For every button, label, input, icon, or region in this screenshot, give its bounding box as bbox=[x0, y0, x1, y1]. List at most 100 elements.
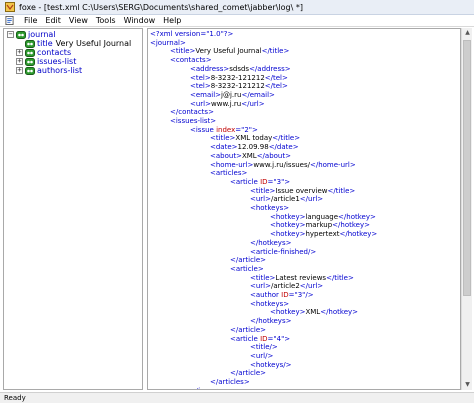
code-line: </issue> bbox=[190, 387, 222, 389]
menu-help[interactable]: Help bbox=[159, 16, 185, 25]
code-line: <url>www.j.ru</url> bbox=[190, 100, 265, 109]
expand-toggle[interactable]: + bbox=[16, 49, 23, 56]
vertical-scrollbar[interactable]: ▲ ▼ bbox=[461, 28, 472, 390]
menu-view[interactable]: View bbox=[65, 16, 92, 25]
expand-toggle[interactable]: + bbox=[16, 58, 23, 65]
xml-tag: <hotkey> bbox=[270, 230, 306, 239]
xml-tag: </issue> bbox=[190, 387, 222, 389]
xml-tag: <issues-list> bbox=[170, 117, 217, 125]
xml-tag: </home-url> bbox=[309, 160, 356, 169]
scrollbar-thumb[interactable] bbox=[463, 40, 471, 296]
tree-node-journal[interactable]: − journal bbox=[7, 30, 56, 39]
code-line: <article-finished/> bbox=[250, 248, 316, 257]
menu-tools[interactable]: Tools bbox=[92, 16, 120, 25]
tree-label-journal: journal bbox=[28, 30, 56, 39]
menu-edit[interactable]: Edit bbox=[41, 16, 65, 25]
xml-element-icon bbox=[16, 30, 26, 39]
code-line: <about>XML</about> bbox=[210, 152, 291, 161]
menu-file[interactable]: File bbox=[20, 16, 41, 25]
code-line: <home-url>www.j.ru/issues/</home-url> bbox=[210, 161, 356, 170]
code-line: <url>/article1</url> bbox=[250, 195, 323, 204]
xml-text: Very Useful Journal bbox=[195, 47, 262, 56]
tree-node-title[interactable]: title Very Useful Journal bbox=[25, 39, 131, 48]
code-line: </article> bbox=[230, 369, 266, 378]
tree-node-issues-list[interactable]: + issues-list bbox=[16, 57, 76, 66]
xml-text: language bbox=[305, 212, 339, 221]
xml-tag: <hotkey> bbox=[270, 221, 306, 230]
scroll-up-arrow-icon[interactable]: ▲ bbox=[462, 28, 473, 38]
xml-tag: <title> bbox=[250, 273, 276, 282]
xml-tag: </article> bbox=[230, 325, 267, 334]
code-line: <hotkeys> bbox=[250, 204, 289, 213]
code-line: <title>Latest reviews</title> bbox=[250, 274, 354, 283]
xml-tag: <hotkeys> bbox=[250, 204, 290, 212]
tree-label-authors-list: authors-list bbox=[37, 66, 83, 75]
code-line: <journal> bbox=[150, 39, 186, 48]
xml-tag: </tel> bbox=[264, 82, 288, 91]
window-title: foxe - [test.xml C:\Users\SERG\Documents… bbox=[19, 2, 303, 12]
document-icon[interactable] bbox=[5, 16, 14, 25]
xml-tag: <title/> bbox=[250, 343, 278, 352]
xml-attribute: index bbox=[216, 125, 236, 134]
code-line: <articles> bbox=[210, 169, 247, 178]
xml-tag: <home-url> bbox=[210, 160, 254, 169]
code-line: </articles> bbox=[210, 378, 250, 387]
menu-window[interactable]: Window bbox=[120, 16, 160, 25]
xml-text: markup bbox=[305, 221, 333, 230]
code-line: <author ID="3"/> bbox=[250, 291, 314, 300]
xml-tag: </address> bbox=[249, 64, 291, 73]
xml-text: 8-3232-121212 bbox=[210, 73, 265, 82]
code-line: <article ID="4"> bbox=[230, 335, 290, 344]
xml-tag: <title> bbox=[170, 47, 196, 56]
collapse-toggle[interactable]: − bbox=[7, 31, 14, 38]
xml-tag: </title> bbox=[326, 273, 354, 282]
xml-text: XML today bbox=[235, 134, 273, 143]
tree-label-contacts: contacts bbox=[37, 48, 72, 57]
code-line: </article> bbox=[230, 326, 266, 335]
xml-tag: <hotkey> bbox=[270, 308, 306, 317]
xml-tag: ="2"> bbox=[235, 125, 258, 134]
xml-tag: <hotkeys/> bbox=[250, 360, 292, 369]
xml-tag: <about> bbox=[210, 151, 242, 160]
expand-toggle[interactable]: + bbox=[16, 67, 23, 74]
code-line: <?xml version="1.0"?> bbox=[150, 30, 233, 39]
xml-attribute: ID bbox=[281, 291, 289, 299]
tree-node-authors-list[interactable]: + authors-list bbox=[16, 66, 82, 75]
xml-tag: </hotkey> bbox=[332, 221, 370, 230]
code-line: <article> bbox=[230, 265, 264, 274]
xml-tag: <article-finished/> bbox=[250, 247, 317, 256]
xml-text-editor[interactable]: <?xml version="1.0"?> <journal> <title>Ver… bbox=[147, 28, 461, 390]
code-line: <url>/article2</url> bbox=[250, 282, 323, 291]
title-bar: foxe - [test.xml C:\Users\SERG\Documents… bbox=[0, 0, 474, 15]
xml-tag: </contacts> bbox=[170, 108, 214, 117]
xml-tag: <date> bbox=[210, 143, 238, 152]
xml-tag: <article bbox=[230, 334, 261, 343]
xml-text: j@j.ru bbox=[221, 90, 242, 99]
code-line: <hotkey>XML</hotkey> bbox=[270, 308, 358, 317]
xml-tag: </date> bbox=[268, 143, 299, 152]
xml-tag: <email> bbox=[190, 90, 222, 99]
xml-tag: <tel> bbox=[190, 82, 211, 91]
xml-tag: <tel> bbox=[190, 73, 211, 82]
xml-element-icon bbox=[25, 48, 35, 57]
code-line: <url/> bbox=[250, 352, 273, 361]
code-line: </contacts> bbox=[170, 108, 214, 117]
status-text: Ready bbox=[4, 394, 26, 402]
xml-text: /article2 bbox=[271, 282, 300, 291]
code-line: </article> bbox=[230, 256, 266, 265]
code-line: </hotkeys> bbox=[250, 239, 291, 248]
code-line: </hotkeys> bbox=[250, 317, 291, 326]
xml-tag: </hotkeys> bbox=[250, 317, 292, 326]
code-line: <email>j@j.ru</email> bbox=[190, 91, 275, 100]
xml-tag: <hotkey> bbox=[270, 212, 306, 221]
code-line: <tel>8-3232-121212</tel> bbox=[190, 74, 288, 83]
xml-text: Issue overview bbox=[275, 186, 328, 195]
xml-text: hypertext bbox=[305, 230, 340, 239]
scroll-down-arrow-icon[interactable]: ▼ bbox=[462, 380, 473, 390]
app-icon bbox=[5, 2, 15, 12]
xml-tag: </tel> bbox=[264, 73, 288, 82]
tree-node-contacts[interactable]: + contacts bbox=[16, 48, 71, 57]
xml-text: XML bbox=[241, 151, 257, 160]
xml-attribute: ID bbox=[260, 334, 268, 343]
xml-tree-panel[interactable]: − journal title Very Useful Journal + co… bbox=[3, 28, 143, 390]
